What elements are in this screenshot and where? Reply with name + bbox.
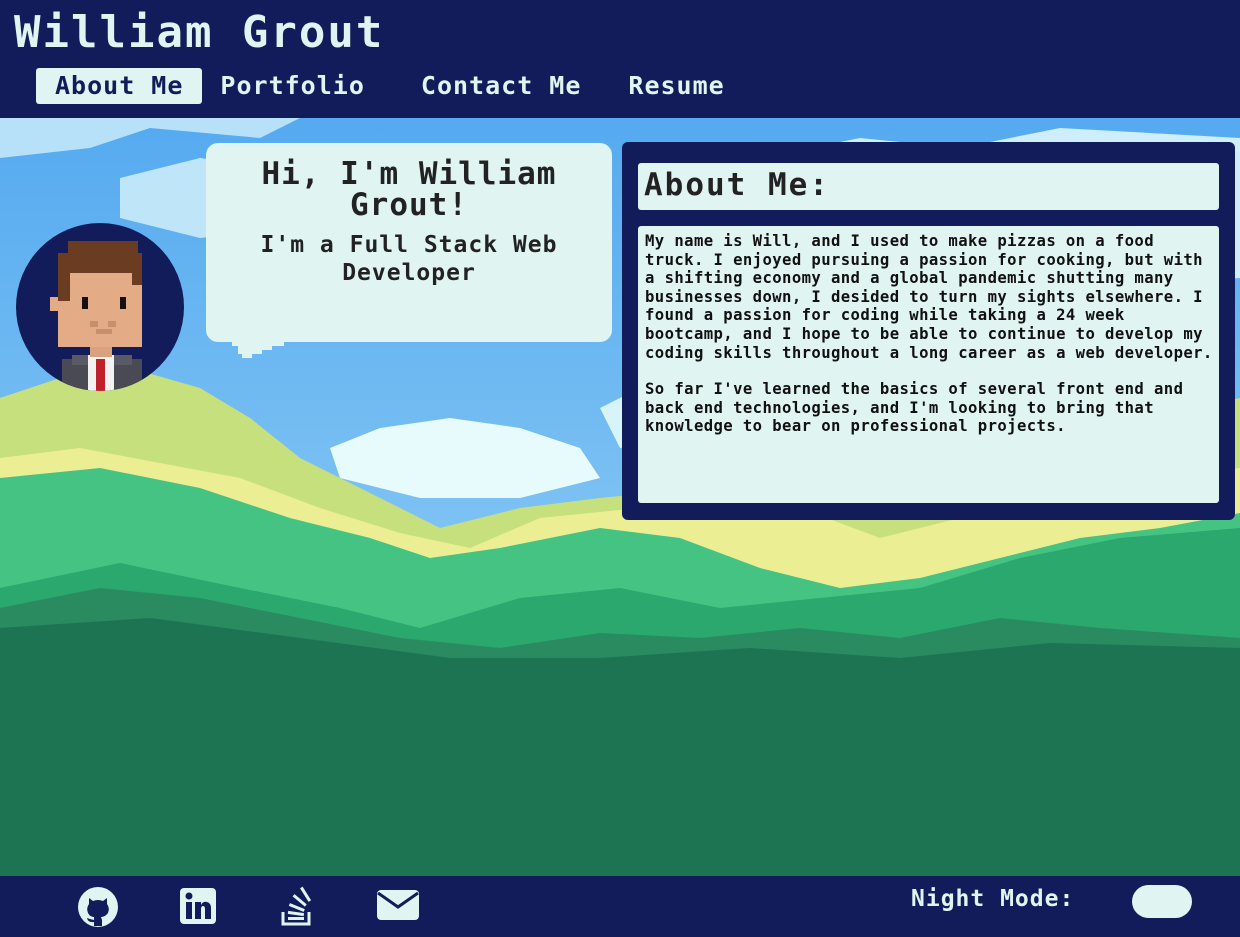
linkedin-icon <box>180 888 216 924</box>
about-heading-box: About Me: <box>638 163 1219 210</box>
night-mode-toggle[interactable] <box>1132 885 1192 918</box>
main-nav: About Me Portfolio Contact Me Resume <box>36 68 752 104</box>
github-link[interactable] <box>77 886 119 928</box>
nav-contact-me[interactable]: Contact Me <box>403 68 600 104</box>
site-header: William Grout About Me Portfolio Contact… <box>0 0 1240 118</box>
role-subheading: I'm a Full Stack Web Developer <box>260 232 558 286</box>
nav-portfolio[interactable]: Portfolio <box>210 68 374 104</box>
linkedin-link[interactable] <box>178 886 220 928</box>
email-icon <box>377 890 419 920</box>
pixel-avatar-icon <box>50 241 142 391</box>
about-paragraph: My name is Will, and I used to make pizz… <box>645 232 1213 362</box>
speech-bubble-tail <box>232 340 284 358</box>
about-me-panel: About Me: My name is Will, and I used to… <box>622 142 1235 520</box>
about-heading: About Me: <box>644 167 830 203</box>
nav-resume[interactable]: Resume <box>609 68 743 104</box>
nav-about-me[interactable]: About Me <box>36 68 203 104</box>
greeting-heading: Hi, I'm William Grout! <box>261 156 557 223</box>
stackoverflow-link[interactable] <box>278 886 320 928</box>
site-title: William Grout <box>14 7 385 58</box>
about-paragraph: So far I've learned the basics of severa… <box>645 380 1184 436</box>
github-icon <box>78 887 118 927</box>
stackoverflow-icon <box>281 886 312 926</box>
about-body: My name is Will, and I used to make pizz… <box>638 226 1219 503</box>
avatar <box>16 223 184 391</box>
night-mode-label: Night Mode: <box>911 886 1075 912</box>
email-link[interactable] <box>376 888 419 930</box>
speech-bubble: Hi, I'm William Grout! I'm a Full Stack … <box>206 143 612 342</box>
